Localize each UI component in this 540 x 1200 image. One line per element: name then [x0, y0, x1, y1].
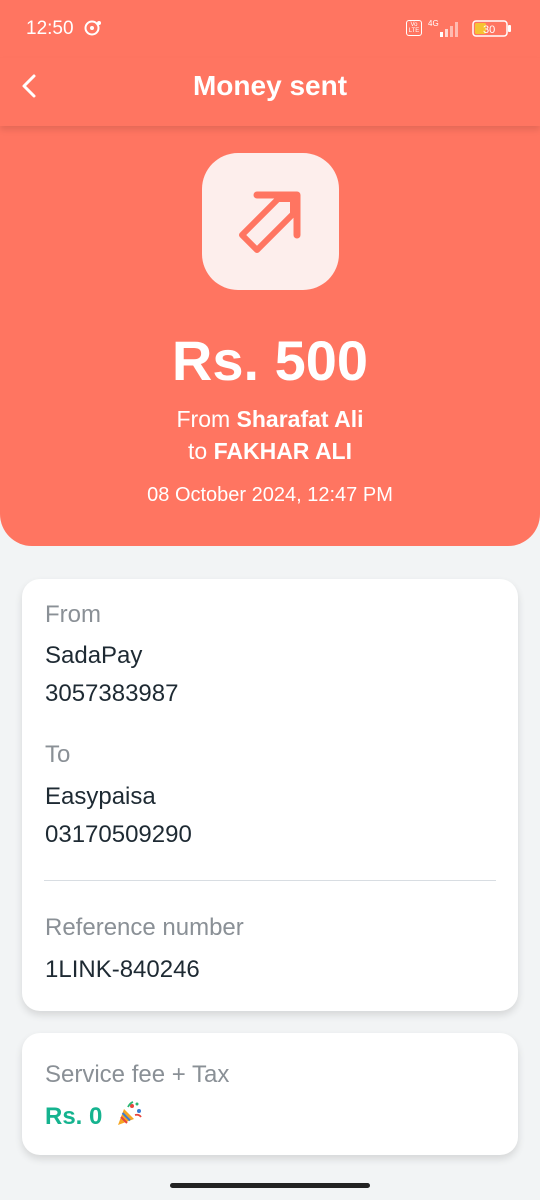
status-time: 12:50 — [26, 18, 74, 39]
from-provider: SadaPay — [45, 642, 143, 669]
sender-name: Sharafat Ali — [236, 406, 364, 432]
sent-icon-container — [202, 153, 339, 290]
to-provider: Easypaisa — [45, 783, 156, 810]
to-account: 03170509290 — [45, 821, 192, 848]
network-type-label: 4G — [428, 19, 439, 28]
home-indicator[interactable] — [170, 1183, 370, 1188]
transaction-details-card: From SadaPay 3057383987 To Easypaisa 031… — [22, 579, 518, 1011]
transaction-summary: Rs. 500 From Sharafat Ali to FAKHAR ALI … — [0, 126, 540, 546]
service-fee-card: Service fee + Tax Rs. 0 — [22, 1033, 518, 1155]
transaction-datetime: 08 October 2024, 12:47 PM — [147, 484, 393, 506]
arrow-up-right-icon — [239, 191, 301, 253]
reference-number: 1LINK-840246 — [45, 956, 200, 983]
divider — [44, 880, 496, 881]
signal-icon: 4G — [428, 19, 458, 37]
screen: 12:50 Vo LTE 4G 30 Money sent Rs. 500 Fr… — [0, 0, 540, 1200]
party-popper-icon — [118, 1101, 142, 1125]
from-account: 3057383987 — [45, 680, 179, 707]
amount: Rs. 500 — [171, 329, 369, 392]
service-fee-amount: Rs. 0 — [45, 1103, 103, 1130]
from-prefix: From — [176, 406, 231, 432]
battery-icon: 30 — [472, 20, 511, 37]
to-prefix: to — [188, 438, 208, 464]
app-header: Money sent — [0, 58, 540, 126]
message-notification-icon — [84, 20, 101, 36]
status-icons: Vo LTE 4G 30 — [372, 16, 512, 40]
battery-level: 30 — [483, 24, 495, 36]
to-label: To — [45, 741, 71, 768]
volte-icon: Vo LTE — [406, 20, 422, 36]
from-label: From — [45, 601, 101, 628]
page-title: Money sent — [192, 70, 348, 101]
recipient-name: FAKHAR ALI — [213, 438, 352, 464]
service-fee-value: Rs. 0 — [45, 1101, 143, 1131]
recipient-line: to FAKHAR ALI — [0, 438, 540, 465]
status-bar: 12:50 Vo LTE 4G 30 — [0, 0, 540, 58]
sender-line: From Sharafat Ali — [0, 406, 540, 433]
service-fee-label: Service fee + Tax — [45, 1061, 230, 1088]
reference-label: Reference number — [45, 914, 244, 941]
